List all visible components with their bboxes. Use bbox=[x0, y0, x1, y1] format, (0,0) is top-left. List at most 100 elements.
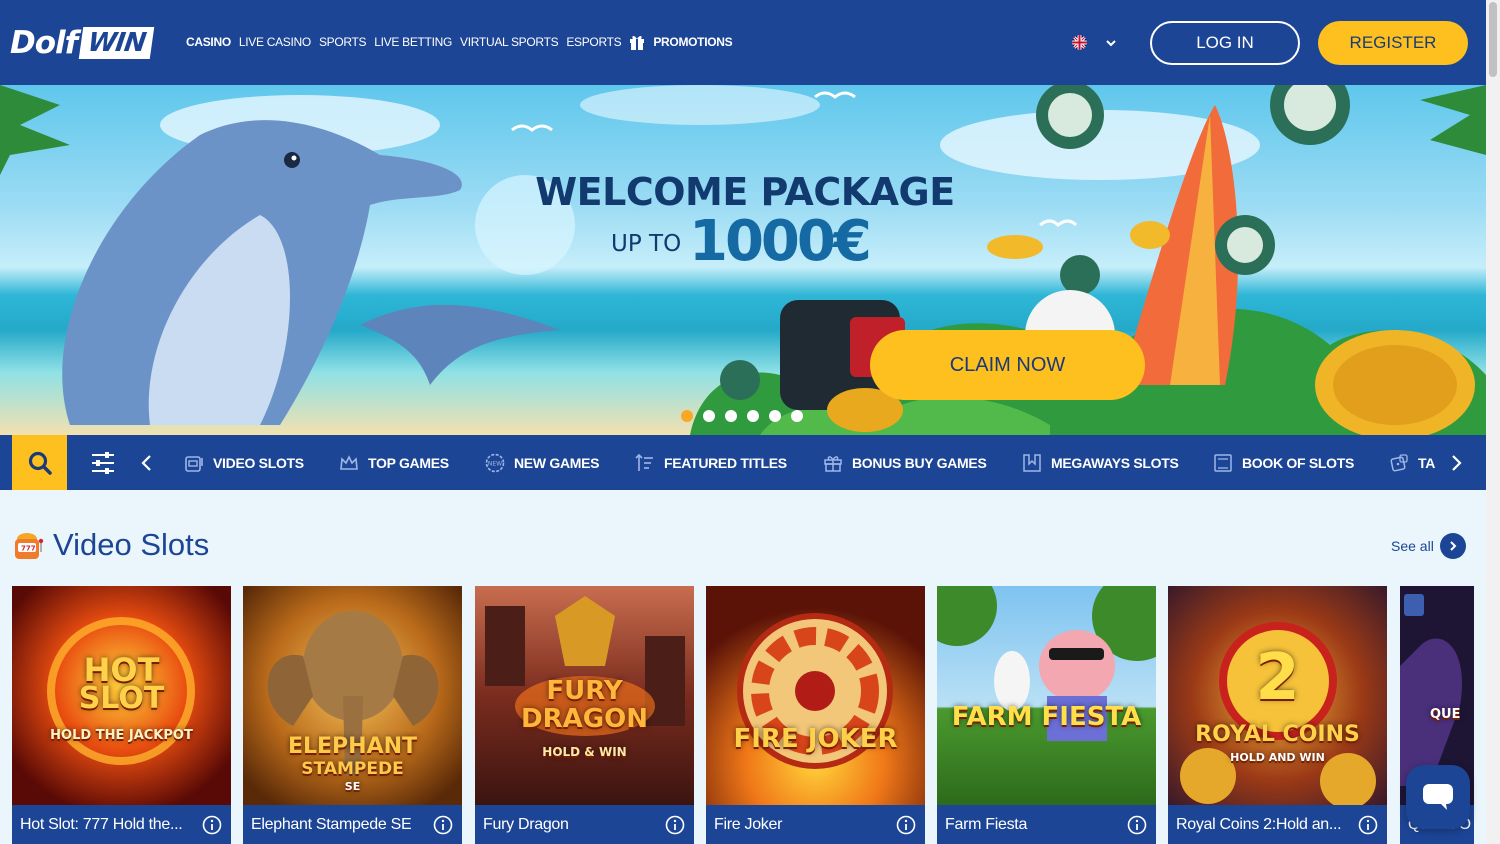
carousel-dot-2[interactable] bbox=[703, 410, 715, 422]
carousel-dot-6[interactable] bbox=[791, 410, 803, 422]
game-art-subtitle: HOLD THE JACKPOT bbox=[50, 728, 193, 743]
game-name: Elephant Stampede SE bbox=[251, 816, 412, 833]
game-art-subtitle: SE bbox=[344, 780, 361, 793]
filter-sliders-icon[interactable] bbox=[90, 451, 116, 475]
sort-icon bbox=[635, 453, 653, 471]
info-icon[interactable] bbox=[896, 815, 916, 835]
category-table-games[interactable]: TA bbox=[1388, 452, 1435, 474]
chat-bubble-icon bbox=[1423, 784, 1453, 810]
uk-flag-icon bbox=[1072, 35, 1087, 50]
carousel-dot-1[interactable] bbox=[681, 410, 693, 422]
logo-dolf-text: Dolf bbox=[10, 25, 78, 61]
category-list: VIDEO SLOTS TOP GAMES NEW NEW GAMES FEAT… bbox=[175, 435, 1440, 490]
category-label: NEW GAMES bbox=[514, 455, 600, 471]
game-name: Fire Joker bbox=[714, 816, 783, 833]
nav-live-betting[interactable]: LIVE BETTING bbox=[374, 35, 452, 49]
nav-live-casino[interactable]: LIVE CASINO bbox=[239, 35, 311, 49]
scrollbar-thumb[interactable] bbox=[1489, 2, 1497, 77]
game-art-title: ELEPHANT bbox=[287, 734, 418, 759]
game-thumbnail bbox=[706, 586, 925, 805]
category-label: FEATURED TITLES bbox=[664, 455, 787, 471]
svg-text:777: 777 bbox=[21, 545, 36, 553]
carousel-dots bbox=[681, 410, 813, 422]
nav-casino[interactable]: CASINO bbox=[186, 35, 231, 49]
section-title-video-slots: Video Slots bbox=[53, 527, 210, 562]
megaways-icon bbox=[1023, 454, 1041, 472]
search-icon bbox=[28, 451, 52, 475]
game-art-title: STAMPEDE bbox=[301, 759, 404, 779]
category-label: VIDEO SLOTS bbox=[213, 455, 304, 471]
scroll-right-arrow-icon[interactable] bbox=[1449, 454, 1463, 472]
game-art-subtitle: HOLD AND WIN bbox=[1230, 751, 1325, 764]
category-label: BONUS BUY GAMES bbox=[852, 455, 987, 471]
login-button[interactable]: LOG IN bbox=[1150, 21, 1300, 65]
scroll-left-arrow-icon[interactable] bbox=[140, 454, 154, 472]
game-search-button[interactable] bbox=[12, 435, 67, 490]
category-book-of-slots[interactable]: BOOK OF SLOTS bbox=[1212, 452, 1354, 474]
info-icon[interactable] bbox=[202, 815, 222, 835]
category-megaways-slots[interactable]: MEGAWAYS SLOTS bbox=[1021, 452, 1179, 474]
chevron-right-icon bbox=[1450, 541, 1457, 551]
site-header: Dolf WIN CASINO LIVE CASINO SPORTS LIVE … bbox=[0, 0, 1486, 85]
category-new-games[interactable]: NEW NEW GAMES bbox=[484, 452, 600, 474]
hero-up-to: UP TO bbox=[611, 231, 682, 257]
game-art-title: SLOT bbox=[78, 681, 165, 716]
game-caption: Fire Joker bbox=[706, 805, 925, 844]
carousel-dot-4[interactable] bbox=[747, 410, 759, 422]
game-caption: Hot Slot: 777 Hold the... bbox=[12, 805, 231, 844]
dice-icon bbox=[1390, 454, 1408, 472]
gift-icon bbox=[630, 35, 645, 50]
info-icon[interactable] bbox=[433, 815, 453, 835]
live-chat-button[interactable] bbox=[1406, 765, 1470, 829]
category-video-slots[interactable]: VIDEO SLOTS bbox=[183, 452, 304, 474]
carousel-dot-5[interactable] bbox=[769, 410, 781, 422]
see-all-link[interactable]: See all bbox=[1391, 538, 1434, 554]
nav-sports[interactable]: SPORTS bbox=[319, 35, 367, 49]
gift-icon bbox=[824, 456, 842, 472]
info-icon[interactable] bbox=[1127, 815, 1147, 835]
game-card[interactable]: FARM FIESTA Farm Fiesta bbox=[937, 586, 1156, 844]
game-art-title: FURY bbox=[546, 676, 623, 706]
page-scrollbar[interactable] bbox=[1486, 0, 1500, 844]
claim-now-button[interactable]: CLAIM NOW bbox=[870, 330, 1145, 400]
language-selector[interactable] bbox=[1072, 35, 1117, 50]
game-card[interactable]: HOT SLOT HOLD THE JACKPOT Hot Slot: 777 … bbox=[12, 586, 231, 844]
video-slots-carousel: HOT SLOT HOLD THE JACKPOT Hot Slot: 777 … bbox=[12, 586, 1474, 844]
game-category-bar: VIDEO SLOTS TOP GAMES NEW NEW GAMES FEAT… bbox=[0, 435, 1486, 490]
slot-machine-icon bbox=[185, 456, 203, 472]
nav-promotions[interactable]: PROMOTIONS bbox=[653, 35, 732, 49]
crown-icon bbox=[340, 455, 358, 470]
game-card[interactable]: ELEPHANT STAMPEDE SE Elephant Stampede S… bbox=[243, 586, 462, 844]
game-caption: Royal Coins 2:Hold an... bbox=[1168, 805, 1387, 844]
dolfwin-logo[interactable]: Dolf WIN bbox=[10, 25, 155, 61]
category-label: MEGAWAYS SLOTS bbox=[1051, 455, 1179, 471]
category-label: BOOK OF SLOTS bbox=[1242, 455, 1354, 471]
category-label: TA bbox=[1418, 455, 1436, 471]
see-all-arrow-button[interactable] bbox=[1440, 533, 1466, 559]
info-icon[interactable] bbox=[665, 815, 685, 835]
game-name: Farm Fiesta bbox=[945, 816, 1028, 833]
nav-esports[interactable]: ESPORTS bbox=[566, 35, 621, 49]
register-button[interactable]: REGISTER bbox=[1318, 21, 1468, 65]
game-card[interactable]: 2 ROYAL COINS HOLD AND WIN Royal Coins 2… bbox=[1168, 586, 1387, 844]
game-name: Hot Slot: 777 Hold the... bbox=[20, 816, 183, 833]
category-featured-titles[interactable]: FEATURED TITLES bbox=[634, 452, 787, 474]
book-icon bbox=[1214, 454, 1232, 472]
slot-machine-icon: 777 bbox=[15, 533, 44, 559]
category-bonus-buy-games[interactable]: BONUS BUY GAMES bbox=[822, 452, 987, 474]
game-name: Royal Coins 2:Hold an... bbox=[1176, 816, 1342, 833]
game-thumbnail bbox=[937, 586, 1156, 805]
game-caption: Farm Fiesta bbox=[937, 805, 1156, 844]
game-caption: Elephant Stampede SE bbox=[243, 805, 462, 844]
game-card[interactable]: FURY DRAGON HOLD & WIN Fury Dragon bbox=[475, 586, 694, 844]
welcome-banner[interactable]: WELCOME PACKAGE UP TO 1000€ CLAIM NOW bbox=[0, 85, 1486, 435]
hero-amount: 1000€ bbox=[689, 209, 872, 274]
game-art-title: DRAGON bbox=[521, 704, 648, 734]
game-card[interactable]: FIRE JOKER Fire Joker bbox=[706, 586, 925, 844]
game-art-title: QUE bbox=[1430, 707, 1461, 722]
nav-virtual-sports[interactable]: VIRTUAL SPORTS bbox=[460, 35, 559, 49]
info-icon[interactable] bbox=[1358, 815, 1378, 835]
carousel-dot-3[interactable] bbox=[725, 410, 737, 422]
game-art-title: ROYAL COINS bbox=[1195, 722, 1360, 747]
category-top-games[interactable]: TOP GAMES bbox=[338, 452, 449, 474]
